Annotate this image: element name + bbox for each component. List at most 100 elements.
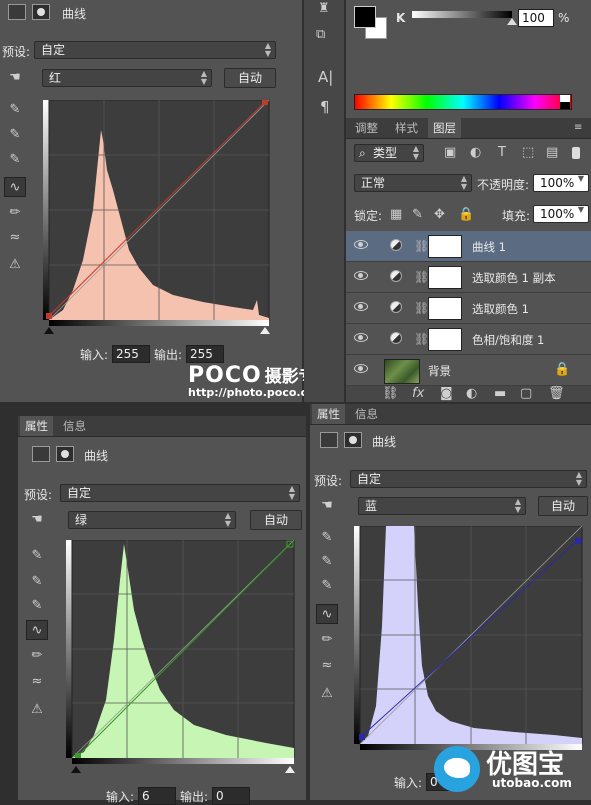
- eyedropper-white-icon[interactable]: ✎: [316, 576, 338, 596]
- filter-shape-icon[interactable]: ⬚: [522, 146, 534, 160]
- layer-row-curves-1[interactable]: ⛓ 曲线 1: [346, 231, 591, 262]
- spectrum-black-white[interactable]: [560, 95, 570, 109]
- eyedropper-white-icon[interactable]: ✎: [26, 596, 48, 616]
- channel-dropdown[interactable]: 蓝 ▲ ▼: [358, 497, 526, 515]
- curves-graph-green[interactable]: [66, 540, 298, 776]
- lock-all-icon[interactable]: 🔒: [458, 208, 474, 222]
- k-slider-thumb[interactable]: [507, 18, 517, 25]
- filter-toggle[interactable]: [572, 147, 580, 159]
- blend-mode-dropdown[interactable]: 正常 ▲ ▼: [354, 174, 472, 192]
- curves-graph-red[interactable]: [43, 100, 273, 336]
- tab-properties[interactable]: 属性: [312, 404, 345, 424]
- curve-edit-icon[interactable]: ∿: [316, 604, 338, 624]
- preset-dropdown[interactable]: 自定 ▲ ▼: [60, 484, 300, 502]
- new-adjustment-icon[interactable]: ◐: [466, 387, 477, 401]
- output-label: 输出:: [180, 790, 209, 804]
- tab-properties[interactable]: 属性: [20, 416, 53, 436]
- color-spectrum-bar[interactable]: [354, 94, 572, 110]
- new-group-icon[interactable]: ▬: [494, 387, 506, 401]
- visibility-eye-icon[interactable]: [354, 271, 368, 280]
- dropdown-arrow-icon: ▲ ▼: [412, 144, 419, 161]
- tab-adjustments[interactable]: 调整: [350, 118, 383, 138]
- layer-row-hue-saturation[interactable]: ⛓ 色相/饱和度 1: [346, 324, 591, 355]
- delete-layer-icon[interactable]: 🗑: [548, 387, 565, 401]
- lock-position-icon[interactable]: ✥: [434, 208, 445, 222]
- curve-edit-icon[interactable]: ∿: [4, 177, 26, 197]
- foreground-color-swatch-top: [354, 6, 376, 28]
- visibility-eye-icon[interactable]: [354, 240, 368, 249]
- eyedropper-gray-icon[interactable]: ✎: [4, 125, 26, 145]
- eyedropper-gray-icon[interactable]: ✎: [316, 552, 338, 572]
- new-layer-icon[interactable]: ▢: [520, 387, 532, 401]
- filter-pixel-icon[interactable]: ▣: [444, 146, 456, 160]
- clipping-warning-icon[interactable]: ⚠: [26, 700, 48, 720]
- preset-dropdown[interactable]: 自定 ▲ ▼: [34, 41, 276, 59]
- layer-row-selective-color-copy[interactable]: ⛓ 选取颜色 1 副本: [346, 262, 591, 293]
- layer-row-selective-color[interactable]: ⛓ 选取颜色 1: [346, 293, 591, 324]
- auto-button[interactable]: 自动: [250, 510, 302, 530]
- search-icon: ⌕: [359, 146, 366, 160]
- lock-pixels-icon[interactable]: ✎: [412, 208, 423, 222]
- input-label: 输入:: [394, 776, 423, 790]
- layer-mask-thumbnail[interactable]: [428, 266, 462, 289]
- layer-mask-thumbnail[interactable]: [428, 328, 462, 351]
- layer-row-background[interactable]: 背景 🔒: [346, 355, 591, 386]
- pencil-icon[interactable]: ✏: [316, 630, 338, 650]
- auto-button[interactable]: 自动: [224, 68, 276, 88]
- add-mask-icon[interactable]: ◙: [440, 387, 453, 401]
- visibility-eye-icon[interactable]: [354, 333, 368, 342]
- tab-info[interactable]: 信息: [58, 416, 91, 436]
- layer-mask-thumbnail[interactable]: [428, 235, 462, 258]
- curves-graph-blue[interactable]: [354, 526, 586, 762]
- preset-dropdown[interactable]: 自定 ▲ ▼: [350, 470, 587, 488]
- layer-filter-dropdown[interactable]: ⌕ 类型 ▲ ▼: [354, 144, 424, 162]
- background-thumbnail[interactable]: [384, 359, 420, 384]
- eyedropper-black-icon[interactable]: ✎: [4, 100, 26, 120]
- hand-adjust-icon[interactable]: ☚: [4, 68, 26, 88]
- k-value-field[interactable]: 100: [518, 9, 554, 27]
- tab-styles[interactable]: 样式: [390, 118, 423, 138]
- layers-footer: ⛓ fx ◙ ◐ ▬ ▢ 🗑: [346, 386, 591, 402]
- filter-smart-icon[interactable]: ▤: [546, 146, 558, 160]
- fill-field[interactable]: 100% ▼: [533, 205, 589, 223]
- layer-mask-thumbnail[interactable]: [428, 297, 462, 320]
- opacity-field[interactable]: 100% ▼: [533, 174, 589, 192]
- adjust-sliders-icon[interactable]: ⧉: [316, 28, 325, 42]
- fx-icon[interactable]: fx: [412, 387, 424, 401]
- link-layers-icon[interactable]: ⛓: [382, 387, 399, 401]
- input-field[interactable]: 6: [138, 787, 176, 805]
- panel-menu-icon[interactable]: ≡: [574, 121, 582, 135]
- eyedropper-white-icon[interactable]: ✎: [4, 150, 26, 170]
- output-field[interactable]: 0: [212, 787, 250, 805]
- clipping-warning-icon[interactable]: ⚠: [4, 255, 26, 275]
- lock-transparent-icon[interactable]: ▦: [390, 208, 402, 222]
- eyedropper-gray-icon[interactable]: ✎: [26, 572, 48, 592]
- input-field[interactable]: 255: [112, 345, 150, 363]
- k-slider[interactable]: [412, 11, 512, 18]
- tab-info[interactable]: 信息: [350, 404, 383, 424]
- pencil-icon[interactable]: ✏: [26, 646, 48, 666]
- hand-adjust-icon[interactable]: ☚: [316, 496, 338, 516]
- brush-preset-icon[interactable]: ♜: [318, 2, 330, 16]
- auto-button[interactable]: 自动: [538, 496, 588, 516]
- channel-dropdown[interactable]: 红 ▲ ▼: [42, 69, 212, 87]
- channel-dropdown[interactable]: 绿 ▲ ▼: [68, 511, 236, 529]
- curve-edit-icon[interactable]: ∿: [26, 620, 48, 640]
- character-icon[interactable]: A|: [318, 70, 333, 85]
- output-field[interactable]: 255: [186, 345, 224, 363]
- smooth-icon[interactable]: ≈: [26, 672, 48, 692]
- paragraph-icon[interactable]: ¶: [320, 100, 330, 115]
- clipping-warning-icon[interactable]: ⚠: [316, 684, 338, 704]
- visibility-eye-icon[interactable]: [354, 302, 368, 311]
- filter-type-icon[interactable]: T: [498, 146, 506, 160]
- adjustment-layer-icon: [390, 239, 402, 251]
- filter-adjustment-icon[interactable]: ◐: [470, 146, 481, 160]
- eyedropper-black-icon[interactable]: ✎: [26, 546, 48, 566]
- smooth-icon[interactable]: ≈: [4, 228, 26, 248]
- eyedropper-black-icon[interactable]: ✎: [316, 528, 338, 548]
- smooth-icon[interactable]: ≈: [316, 656, 338, 676]
- pencil-icon[interactable]: ✏: [4, 203, 26, 223]
- hand-adjust-icon[interactable]: ☚: [26, 510, 48, 530]
- tab-layers[interactable]: 图层: [428, 118, 461, 138]
- visibility-eye-icon[interactable]: [354, 364, 368, 373]
